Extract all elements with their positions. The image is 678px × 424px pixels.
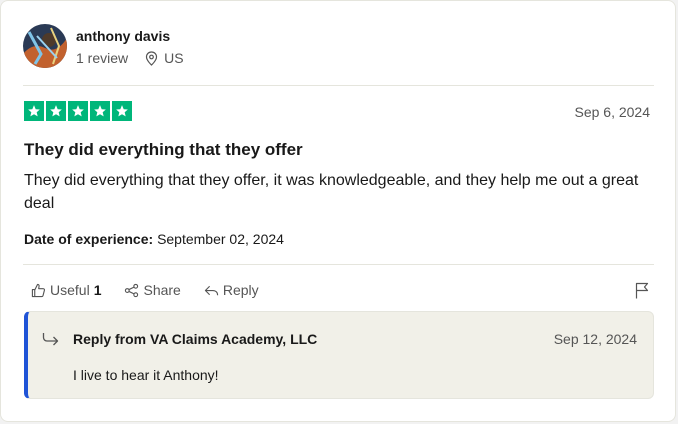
- reply-date: Sep 12, 2024: [553, 331, 637, 347]
- avatar[interactable]: [23, 24, 67, 68]
- review-card: anthony davis 1 review US Sep 6, 2024 Th…: [0, 0, 676, 422]
- star-rating: [24, 101, 132, 121]
- experience-label: Date of experience:: [24, 231, 154, 247]
- useful-label: Useful: [50, 282, 90, 298]
- share-button[interactable]: Share: [124, 282, 181, 298]
- reply-button[interactable]: Reply: [204, 282, 259, 298]
- review-date: Sep 6, 2024: [574, 104, 650, 120]
- reply-from: Reply from VA Claims Academy, LLC: [73, 331, 318, 347]
- location-pin-icon: [146, 50, 158, 66]
- star-icon: [68, 101, 88, 121]
- useful-count: 1: [93, 282, 102, 298]
- experience-date: September 02, 2024: [157, 231, 284, 247]
- flag-icon: [635, 282, 649, 299]
- useful-button[interactable]: Useful 1: [31, 282, 101, 298]
- review-actions: Useful 1 Share Reply: [31, 282, 282, 298]
- review-body: They did everything that they offer, it …: [24, 172, 639, 212]
- reviewer-country: US: [164, 50, 184, 66]
- divider: [23, 264, 654, 265]
- reviewer-name[interactable]: anthony davis: [76, 28, 170, 44]
- reply-arrow-icon: [204, 285, 218, 295]
- thumbs-up-icon: [31, 283, 46, 297]
- review-count: 1 review: [76, 50, 129, 66]
- reply-label: Reply: [222, 282, 259, 298]
- date-of-experience: Date of experience: September 02, 2024: [24, 231, 284, 247]
- reply-text: I live to hear it Anthony!: [73, 367, 219, 383]
- reviewer-meta: 1 review US: [76, 50, 184, 66]
- company-reply: Reply from VA Claims Academy, LLC Sep 12…: [24, 311, 654, 399]
- reply-indicator-icon: [42, 333, 59, 346]
- divider: [23, 85, 654, 86]
- report-flag-button[interactable]: [635, 282, 649, 304]
- star-icon: [112, 101, 132, 121]
- star-icon: [90, 101, 110, 121]
- star-icon: [24, 101, 44, 121]
- star-icon: [46, 101, 66, 121]
- share-label: Share: [143, 282, 181, 298]
- share-icon: [125, 283, 139, 297]
- review-title[interactable]: They did everything that they offer: [24, 140, 303, 160]
